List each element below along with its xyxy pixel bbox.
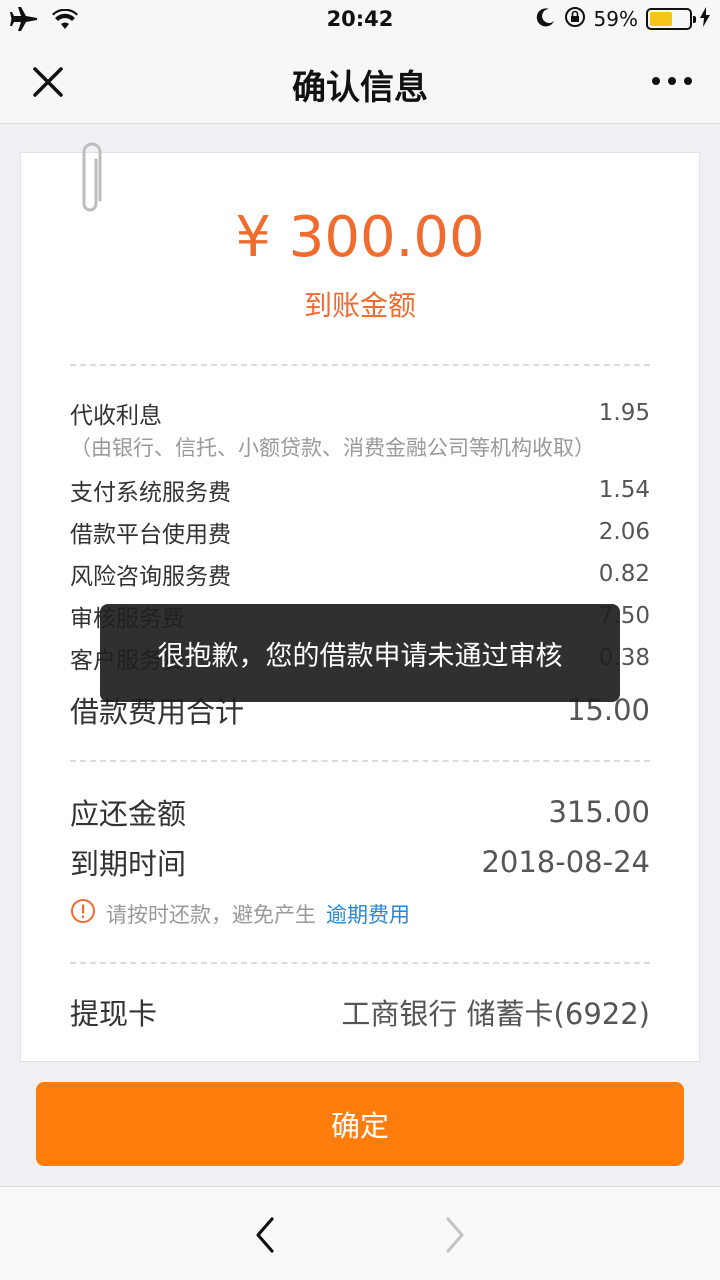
warning-text: 请按时还款，避免产生 bbox=[106, 902, 316, 927]
battery-level bbox=[650, 12, 673, 26]
forward-arrow-icon bbox=[446, 1217, 464, 1253]
repay-amount-row: 应还金额 315.00 bbox=[70, 790, 650, 834]
back-arrow-icon bbox=[256, 1217, 274, 1253]
arrival-amount: ¥ 300.00 bbox=[235, 205, 485, 270]
fee-row-platform: 借款平台使用费 2.06 bbox=[70, 515, 650, 549]
fee-label: 代收利息 bbox=[70, 403, 162, 429]
fee-row-payment-service: 支付系统服务费 1.54 bbox=[70, 473, 650, 507]
fee-label: 借款平台使用费 bbox=[70, 522, 231, 548]
forward-button[interactable] bbox=[440, 1215, 470, 1255]
battery-percent: 59% bbox=[593, 7, 638, 31]
overdue-fee-link[interactable]: 逾期费用 bbox=[326, 899, 410, 929]
fee-row-interest: 代收利息 1.95 bbox=[70, 396, 650, 430]
interest-note: （由银行、信托、小额贷款、消费金融公司等机构收取） bbox=[70, 436, 595, 460]
withdraw-card-value: 工商银行 储蓄卡(6922) bbox=[341, 997, 650, 1031]
withdraw-card-row[interactable]: 提现卡 工商银行 储蓄卡(6922) bbox=[70, 990, 650, 1034]
page-title: 确认信息 bbox=[292, 68, 428, 108]
warning-icon bbox=[70, 898, 96, 929]
nav-bar: 确认信息 bbox=[0, 40, 720, 124]
repay-amount-value: 315.00 bbox=[548, 795, 650, 829]
fee-value: 0.82 bbox=[598, 561, 650, 587]
fee-label: 风险咨询服务费 bbox=[70, 564, 231, 590]
repay-amount-label: 应还金额 bbox=[70, 797, 187, 831]
repay-warning: 请按时还款，避免产生 逾期费用 bbox=[70, 898, 410, 929]
fee-value: 1.54 bbox=[598, 477, 650, 503]
more-icon bbox=[652, 77, 692, 85]
divider bbox=[70, 364, 650, 366]
due-date-value: 2018-08-24 bbox=[481, 845, 650, 879]
fee-label: 支付系统服务费 bbox=[70, 480, 231, 506]
withdraw-card-label: 提现卡 bbox=[70, 997, 158, 1031]
browser-toolbar bbox=[0, 1186, 720, 1280]
battery-icon bbox=[646, 8, 696, 30]
fee-value: 1.95 bbox=[598, 400, 650, 426]
divider bbox=[70, 760, 650, 762]
divider bbox=[70, 962, 650, 964]
error-toast: 很抱歉，您的借款申请未通过审核 bbox=[100, 604, 620, 702]
due-date-row: 到期时间 2018-08-24 bbox=[70, 840, 650, 884]
charging-icon bbox=[700, 7, 710, 31]
status-bar: 20:42 59% bbox=[0, 0, 720, 40]
footer: 确定 bbox=[0, 1062, 720, 1186]
fee-row-risk: 风险咨询服务费 0.82 bbox=[70, 557, 650, 591]
more-button[interactable] bbox=[650, 66, 694, 96]
back-button[interactable] bbox=[250, 1215, 280, 1255]
confirm-button[interactable]: 确定 bbox=[36, 1082, 684, 1166]
due-date-label: 到期时间 bbox=[70, 847, 187, 881]
moon-icon bbox=[536, 7, 556, 31]
rotation-lock-icon bbox=[564, 6, 586, 32]
arrival-amount-label: 到账金额 bbox=[303, 289, 416, 322]
fee-value: 2.06 bbox=[598, 519, 650, 545]
